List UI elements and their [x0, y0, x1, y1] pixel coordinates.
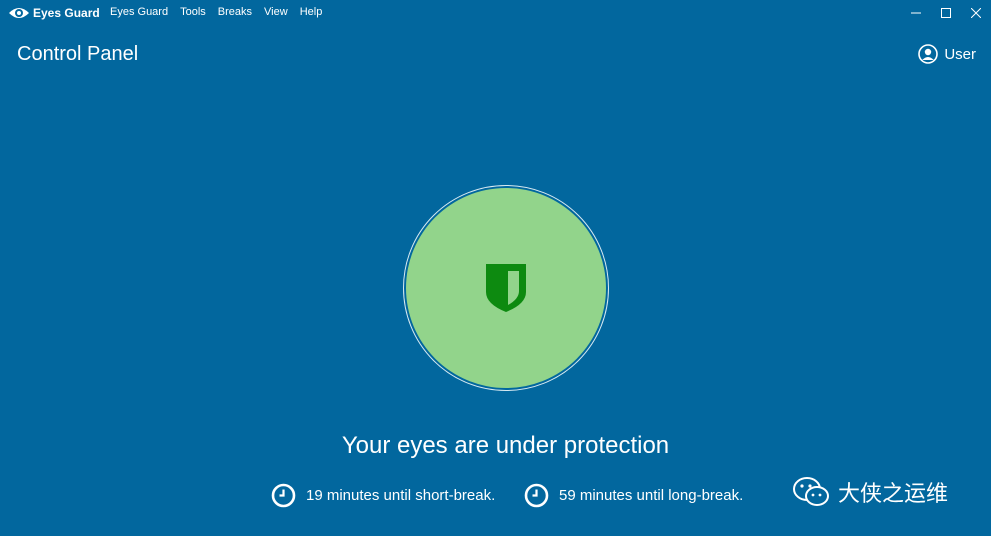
clock-icon [271, 483, 296, 508]
user-icon [918, 44, 939, 64]
protection-status-text: Your eyes are under protection [341, 432, 670, 459]
short-break-timer: 19 minutes until short-break. [271, 483, 495, 508]
close-icon [971, 8, 981, 18]
minimize-icon [911, 12, 921, 14]
clock-icon [524, 483, 549, 508]
menu-item-view[interactable]: View [264, 6, 288, 18]
shield-icon [486, 264, 526, 312]
long-break-timer: 59 minutes until long-break. [524, 483, 743, 508]
page-title: Control Panel [17, 43, 139, 65]
short-break-text: 19 minutes until short-break. [306, 487, 496, 504]
eye-logo-icon [9, 8, 29, 18]
protection-toggle-button[interactable] [403, 185, 609, 391]
menu-item-tools[interactable]: Tools [180, 6, 206, 18]
title-bar: Eyes Guard Eyes Guard Tools Breaks View … [0, 0, 991, 26]
watermark: 大侠之运维 [792, 476, 948, 508]
menu-item-breaks[interactable]: Breaks [218, 6, 252, 18]
maximize-button[interactable] [931, 0, 961, 26]
close-button[interactable] [961, 0, 991, 26]
menu-bar: Eyes Guard Tools Breaks View Help [110, 6, 322, 18]
app-name: Eyes Guard [33, 6, 100, 20]
user-label: User [944, 45, 976, 63]
menu-item-eyes-guard[interactable]: Eyes Guard [110, 6, 168, 18]
user-button[interactable]: User [918, 44, 976, 64]
menu-item-help[interactable]: Help [300, 6, 323, 18]
minimize-button[interactable] [901, 0, 931, 26]
watermark-text: 大侠之运维 [838, 481, 949, 506]
long-break-text: 59 minutes until long-break. [559, 487, 744, 504]
protection-status-circle [406, 188, 606, 388]
maximize-icon [941, 8, 951, 18]
window-controls [901, 0, 991, 26]
wechat-icon [793, 477, 829, 506]
